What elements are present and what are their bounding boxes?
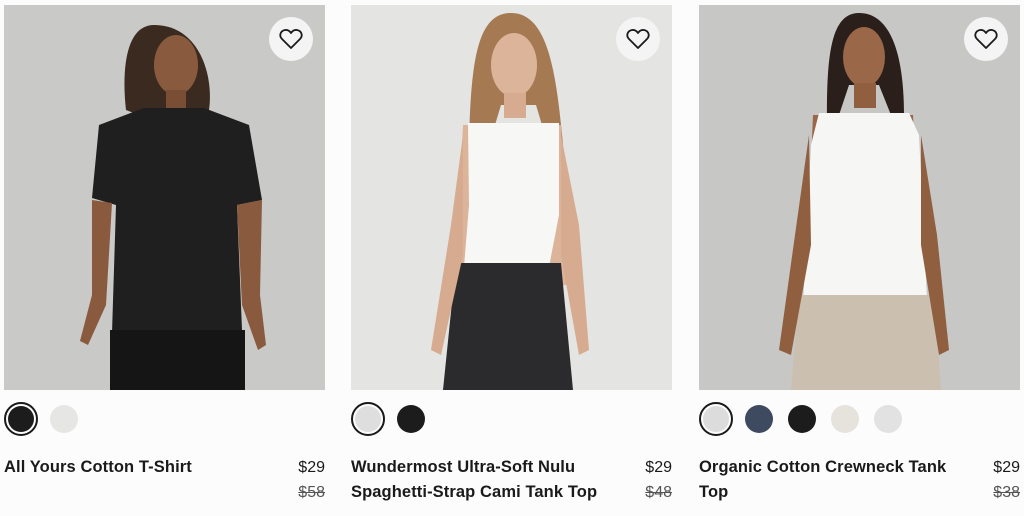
product-price: $29 $38 [993, 455, 1020, 505]
sale-price: $29 [993, 459, 1020, 476]
color-swatch-black[interactable] [394, 402, 428, 436]
color-swatch-navy[interactable] [742, 402, 776, 436]
color-swatches [4, 401, 325, 437]
original-price: $48 [645, 484, 672, 501]
color-swatch-black[interactable] [785, 402, 819, 436]
heart-outline-icon [279, 29, 303, 49]
product-image[interactable] [699, 5, 1020, 390]
product-image[interactable] [351, 5, 672, 390]
product-card[interactable]: All Yours Cotton T-Shirt $29 $58 [4, 5, 325, 505]
product-name[interactable]: All Yours Cotton T-Shirt [4, 455, 264, 505]
color-swatch-white[interactable] [47, 402, 81, 436]
color-swatches [351, 401, 672, 437]
product-name[interactable]: Wundermost Ultra-Soft Nulu Spaghetti-Str… [351, 455, 611, 505]
sale-price: $29 [298, 459, 325, 476]
original-price: $38 [993, 484, 1020, 501]
wishlist-button[interactable] [616, 17, 660, 61]
color-swatch-white[interactable] [351, 402, 385, 436]
product-card[interactable]: Wundermost Ultra-Soft Nulu Spaghetti-Str… [351, 5, 672, 505]
product-name[interactable]: Organic Cotton Crewneck Tank Top [699, 455, 959, 505]
color-swatch-bone[interactable] [828, 402, 862, 436]
product-image[interactable] [4, 5, 325, 390]
wishlist-button[interactable] [964, 17, 1008, 61]
product-price: $29 $58 [298, 455, 325, 505]
color-swatch-black[interactable] [4, 402, 38, 436]
color-swatch-light-grey[interactable] [871, 402, 905, 436]
color-swatches [699, 401, 1020, 437]
sale-price: $29 [645, 459, 672, 476]
wishlist-button[interactable] [269, 17, 313, 61]
heart-outline-icon [974, 29, 998, 49]
product-price: $29 $48 [645, 455, 672, 505]
heart-outline-icon [626, 29, 650, 49]
color-swatch-white[interactable] [699, 402, 733, 436]
original-price: $58 [298, 484, 325, 501]
product-card[interactable]: Organic Cotton Crewneck Tank Top $29 $38 [699, 5, 1020, 505]
